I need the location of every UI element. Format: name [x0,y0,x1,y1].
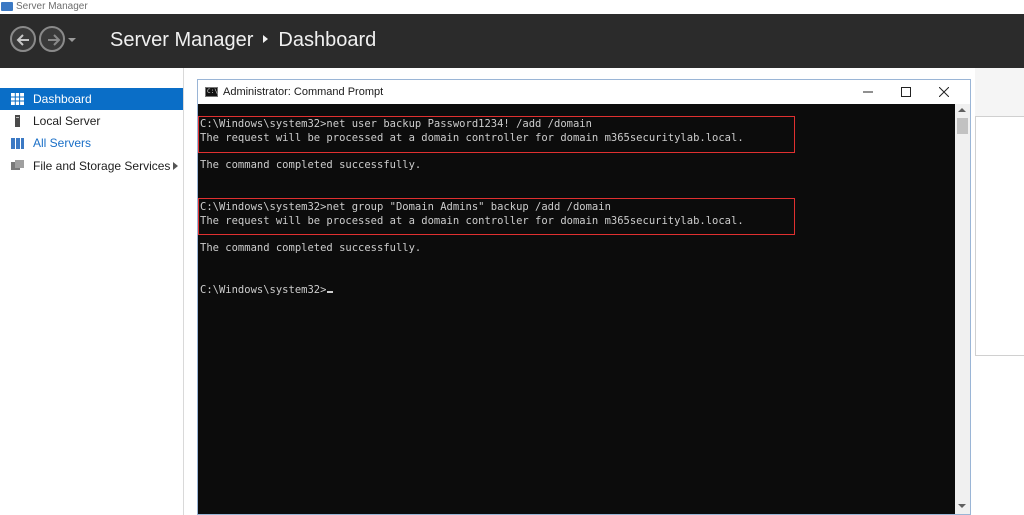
cmd-title: Administrator: Command Prompt [223,86,384,98]
console-line: The request will be processed at a domai… [200,132,744,144]
background-panel [975,116,1024,356]
background-panel-strip [975,68,1024,116]
console-line: The request will be processed at a domai… [200,215,744,227]
cmd-icon-text: C:\ [207,88,218,95]
scrollbar[interactable] [955,104,970,514]
sidebar-item-dashboard[interactable]: Dashboard [0,88,183,110]
console-prompt: C:\Windows\system32> [200,284,327,296]
scroll-up-icon[interactable] [958,108,966,112]
console-line: The command completed successfully. [200,242,422,254]
breadcrumb-separator-icon [263,35,269,44]
window-titlebar: Server Manager [0,0,1024,14]
expand-arrow-icon[interactable] [173,162,178,170]
arrow-left-icon [16,34,29,46]
scroll-down-icon[interactable] [958,504,966,508]
console-output[interactable]: C:\Windows\system32>net user backup Pass… [198,104,955,514]
sidebar-item-label: Dashboard [33,92,92,106]
sidebar-item-label: Local Server [33,114,101,128]
console-prompt-line: C:\Windows\system32> [200,284,334,297]
breadcrumb-current: Dashboard [278,29,377,51]
minimize-button[interactable] [849,80,887,104]
command-prompt-window[interactable]: C:\ Administrator: Command Prompt C:\Win… [197,79,971,515]
sidebar-item-label: All Servers [33,136,92,150]
maximize-icon [901,87,911,97]
back-button[interactable] [10,26,36,52]
server-manager-icon [1,2,13,11]
minimize-icon [863,91,873,93]
window-title: Server Manager [16,1,88,12]
history-dropdown-icon[interactable] [68,38,76,42]
close-button[interactable] [925,80,963,104]
sidebar-item-all-servers[interactable]: All Servers [0,132,183,154]
close-icon [939,87,949,97]
header-bar: Server Manager Dashboard [0,14,1024,68]
maximize-button[interactable] [887,80,925,104]
breadcrumb-root[interactable]: Server Manager [110,29,253,51]
console-line: C:\Windows\system32>net user backup Pass… [200,118,592,130]
sidebar: Dashboard Local Server All Servers File … [0,68,184,515]
dashboard-grid-icon [11,93,24,105]
arrow-right-icon [48,34,61,46]
scrollbar-thumb[interactable] [957,118,968,134]
breadcrumb: Server Manager Dashboard [110,29,376,52]
console-line: C:\Windows\system32>net group "Domain Ad… [200,201,611,213]
cmd-icon: C:\ [205,87,218,97]
cmd-titlebar[interactable]: C:\ Administrator: Command Prompt [198,80,970,104]
server-icon [15,115,20,127]
text-cursor [327,291,334,293]
servers-icon [11,138,24,149]
storage-icon [11,160,24,170]
sidebar-item-label: File and Storage Services [33,159,171,173]
forward-button[interactable] [39,26,65,52]
console-line: The command completed successfully. [200,159,422,171]
sidebar-item-file-storage[interactable]: File and Storage Services [0,155,183,177]
sidebar-item-local-server[interactable]: Local Server [0,110,183,132]
